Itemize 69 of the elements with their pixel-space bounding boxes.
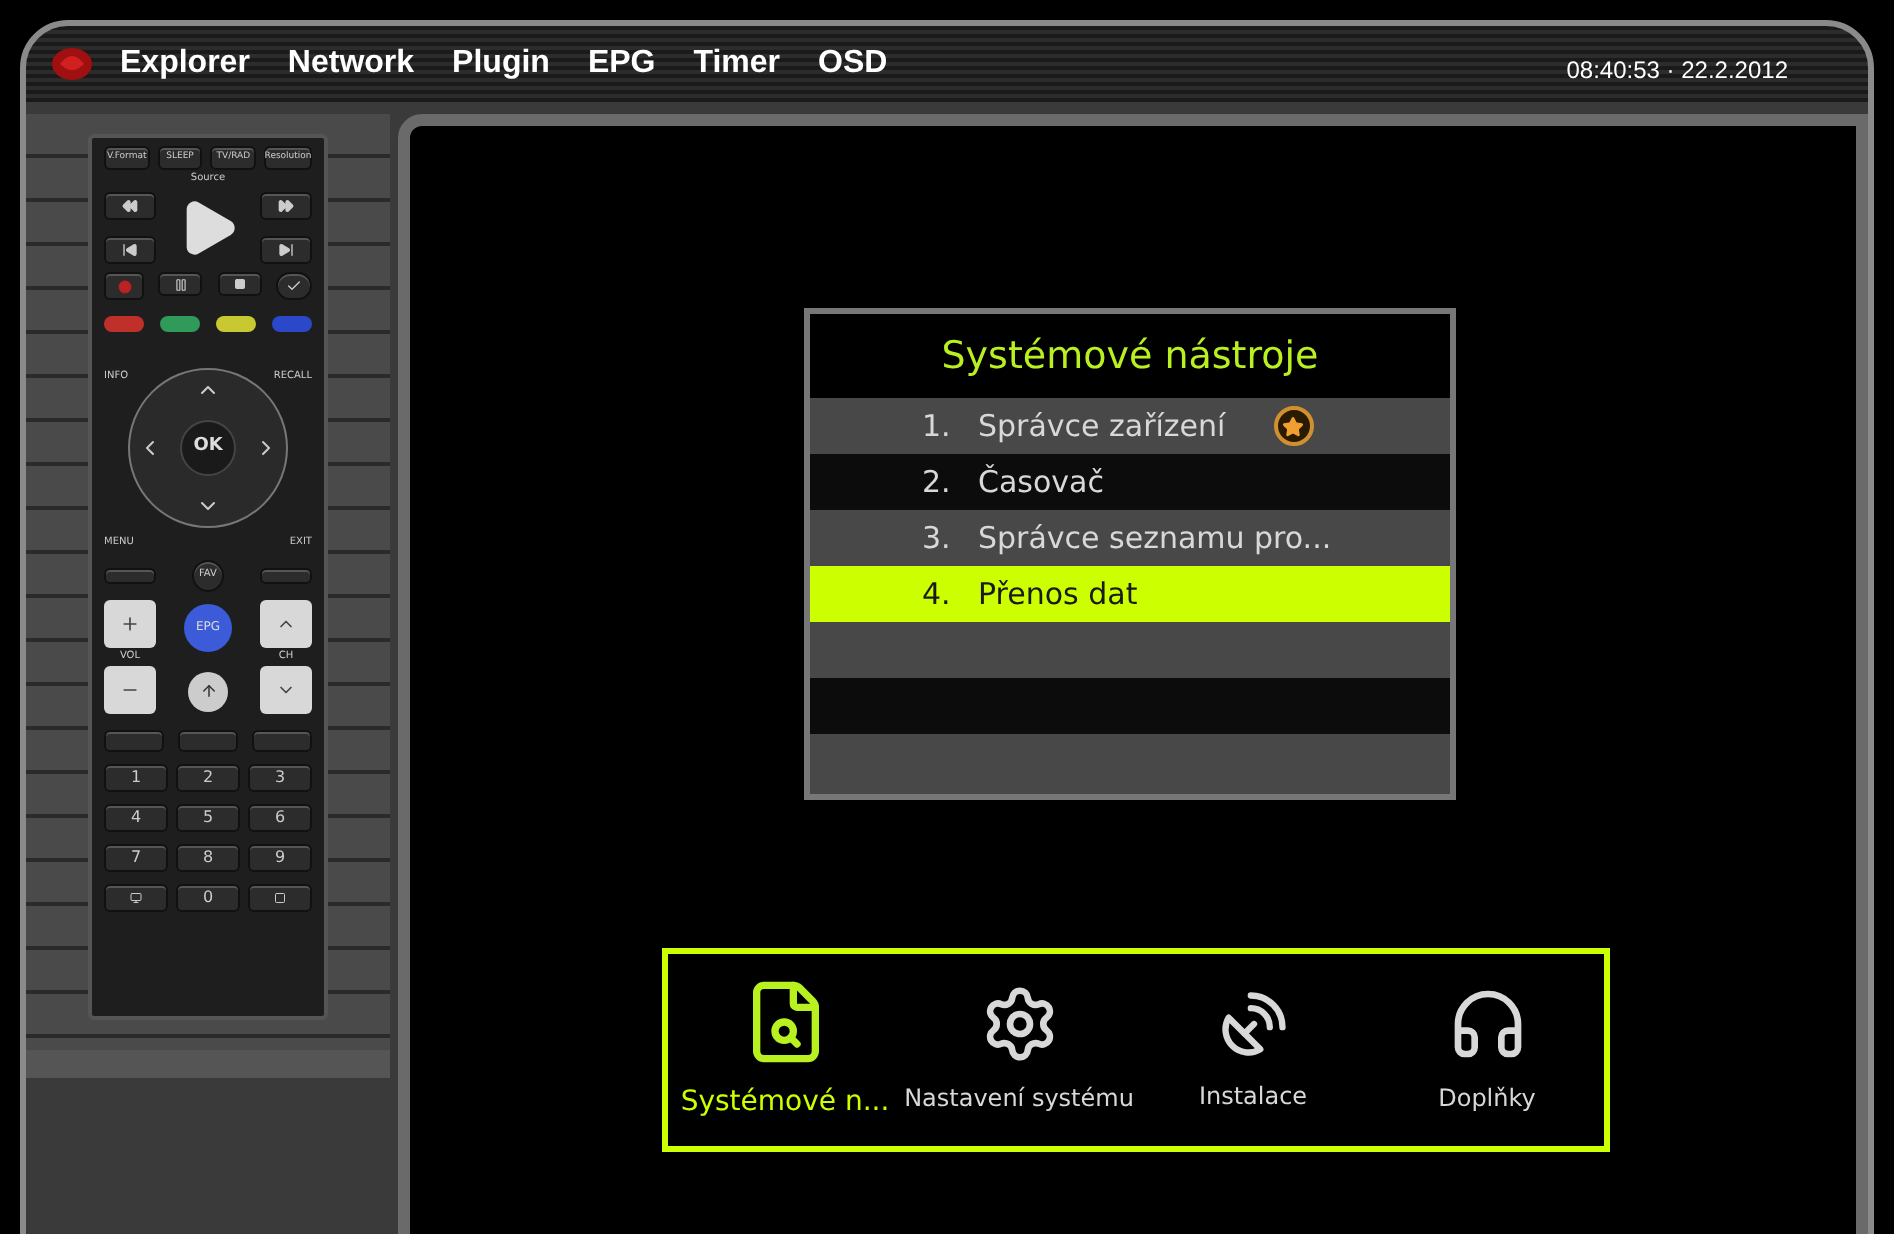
plus-icon: [120, 614, 140, 634]
menu-tab[interactable]: Plugin: [452, 40, 550, 88]
square-icon: [274, 892, 286, 904]
menu-tab[interactable]: Network: [287, 40, 415, 88]
item-label: Správce zařízení: [978, 405, 1226, 448]
menu-tab[interactable]: Explorer: [120, 40, 250, 88]
previous-icon: [122, 242, 138, 258]
color-key[interactable]: [216, 316, 256, 332]
next-icon: [278, 242, 294, 258]
stop-icon: [233, 278, 246, 290]
digit-key[interactable]: 6: [248, 804, 312, 832]
digit-key[interactable]: 9: [248, 844, 312, 872]
digit-key[interactable]: 2: [176, 764, 240, 792]
menu-item[interactable]: 2. Časovač: [810, 454, 1450, 510]
item-label: Přenos dat: [978, 573, 1138, 616]
menu-tab[interactable]: EPG: [587, 40, 656, 88]
menu-title: Systémové nástroje: [941, 331, 1319, 382]
digit-key[interactable]: 8: [176, 844, 240, 872]
forward-key[interactable]: [260, 192, 312, 220]
pause-icon: [173, 277, 188, 291]
digit-key[interactable]: 7: [104, 844, 168, 872]
forward-icon: [278, 198, 294, 214]
channel-down-key[interactable]: [260, 666, 312, 714]
next-key[interactable]: [260, 236, 312, 264]
ok-key[interactable]: OK: [180, 420, 236, 476]
volume-down-key[interactable]: [104, 666, 156, 714]
item-label: Časovač: [978, 461, 1104, 504]
category-item[interactable]: Systémové n...: [668, 977, 902, 1123]
color-key[interactable]: [104, 316, 144, 332]
item-number: 4.: [922, 573, 953, 616]
previous-key[interactable]: [104, 236, 156, 264]
record-icon: [117, 279, 131, 293]
monitor-icon: [130, 892, 142, 904]
volume-up-key[interactable]: [104, 600, 156, 648]
skip-key[interactable]: [260, 568, 312, 584]
item-number: 2.: [922, 461, 953, 504]
tv-key[interactable]: [104, 884, 168, 912]
menu-tab[interactable]: Timer: [693, 40, 781, 88]
item-number: 3.: [922, 517, 953, 560]
digit-key[interactable]: 1: [104, 764, 168, 792]
pause-key[interactable]: [158, 272, 203, 296]
clock: 08:40:53 · 22.2.2012: [1566, 54, 1788, 88]
digit-key[interactable]: 4: [104, 804, 168, 832]
eject-icon: [199, 682, 217, 700]
rewind-icon: [122, 198, 138, 214]
remote-key[interactable]: [104, 730, 164, 752]
check-icon: [285, 278, 302, 294]
check-key[interactable]: [275, 272, 312, 300]
category-item[interactable]: Doplňky: [1370, 984, 1604, 1116]
color-key[interactable]: [272, 316, 312, 332]
menu-item[interactable]: 4. Přenos dat: [810, 566, 1450, 622]
eject-key[interactable]: [188, 671, 228, 711]
rewind-key[interactable]: [104, 192, 156, 220]
item-label: Správce seznamu pro...: [978, 517, 1332, 560]
channel-up-key[interactable]: [260, 600, 312, 648]
item-number: 1.: [922, 405, 953, 448]
remote-key[interactable]: [252, 730, 312, 752]
category-item[interactable]: Instalace: [1136, 986, 1370, 1114]
category-item[interactable]: Nastavení systému: [902, 984, 1136, 1116]
digit-key[interactable]: 3: [248, 764, 312, 792]
menu-tab[interactable]: OSD: [818, 40, 888, 88]
digit-key[interactable]: 0: [176, 884, 240, 912]
digit-key[interactable]: 5: [176, 804, 240, 832]
color-key[interactable]: [160, 316, 200, 332]
logo-icon: [50, 44, 94, 84]
stop-key[interactable]: [217, 272, 262, 296]
skip-key[interactable]: [104, 568, 156, 584]
remote-key[interactable]: [178, 730, 238, 752]
grid-key[interactable]: [248, 884, 312, 912]
